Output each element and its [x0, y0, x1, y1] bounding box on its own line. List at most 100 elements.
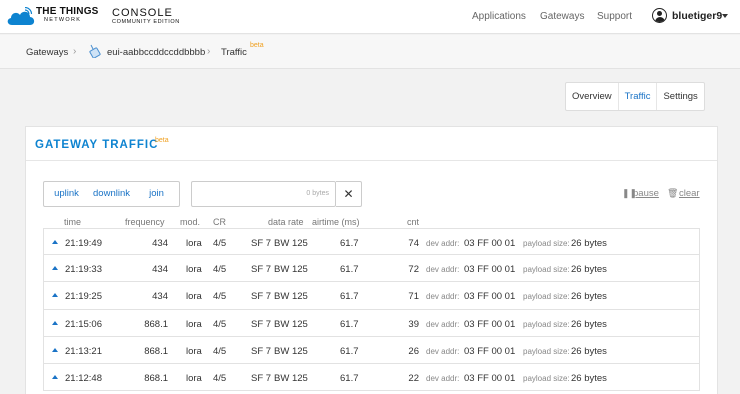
row-payload: 26 bytes	[571, 345, 607, 357]
traffic-row[interactable]: 21:19:33 434 lora 4/5 SF 7 BW 125 61.7 7…	[43, 255, 700, 283]
panel-header: GATEWAY TRAFFIC	[26, 127, 717, 161]
row-mod: lora	[186, 372, 202, 384]
row-airtime: 61.7	[340, 264, 359, 276]
col-data-rate: data rate	[268, 217, 304, 227]
row-dev-addr: 03 FF 00 01	[464, 318, 516, 330]
row-sf: SF 7	[251, 264, 272, 276]
row-dev-addr: 03 FF 00 01	[464, 238, 516, 249]
col-time: time	[64, 217, 82, 227]
col-cr: CR	[213, 217, 226, 227]
row-sf: SF 7	[251, 318, 272, 330]
chevron-right-icon: ›	[73, 46, 77, 57]
row-sf: SF 7	[251, 291, 272, 303]
row-sf: SF 7	[251, 372, 272, 384]
username[interactable]: bluetiger9	[672, 10, 722, 22]
ttn-logo-icon[interactable]	[6, 5, 36, 29]
uplink-arrow-icon	[52, 320, 58, 325]
row-cr: 4/5	[213, 345, 227, 357]
row-frequency: 434	[152, 291, 168, 303]
row-sf: SF 7	[251, 238, 272, 249]
payload-label: payload size:	[523, 319, 570, 329]
nav-gateways[interactable]: Gateways	[540, 11, 584, 22]
row-cnt: 26	[408, 345, 419, 357]
row-mod: lora	[186, 318, 202, 330]
edition-label: COMMUNITY EDITION	[112, 19, 180, 25]
breadcrumb-beta-badge: beta	[250, 42, 264, 49]
payload-label: payload size:	[523, 373, 570, 383]
row-dev-addr: 03 FF 00 01	[464, 372, 516, 384]
row-time: 21:19:49	[65, 238, 102, 249]
row-payload: 26 bytes	[571, 238, 607, 249]
row-airtime: 61.7	[340, 291, 359, 303]
dev-addr-label: dev addr:	[426, 239, 460, 248]
payload-label: payload size:	[523, 292, 570, 302]
tab-settings[interactable]: Settings	[657, 83, 703, 110]
traffic-row[interactable]: 21:12:48 868.1 lora 4/5 SF 7 BW 125 61.7…	[43, 363, 700, 392]
uplink-arrow-icon	[52, 374, 58, 379]
row-payload: 26 bytes	[571, 318, 607, 330]
payload-label: payload size:	[523, 265, 570, 275]
col-cnt: cnt	[407, 217, 420, 227]
nav-support[interactable]: Support	[597, 11, 632, 22]
row-cnt: 22	[408, 372, 419, 384]
col-airtime: airtime (ms)	[312, 217, 360, 227]
row-time: 21:13:21	[65, 345, 102, 357]
row-airtime: 61.7	[340, 345, 359, 357]
row-cnt: 72	[408, 264, 419, 276]
tab-traffic[interactable]: Traffic	[619, 83, 658, 110]
dev-addr-label: dev addr:	[426, 319, 460, 329]
brand-network: NETWORK	[44, 17, 82, 23]
filter-join[interactable]: join	[134, 182, 179, 206]
payload-filter-input[interactable]: 0 bytes	[191, 181, 336, 207]
bytes-count: 0 bytes	[306, 190, 329, 197]
col-frequency: frequency	[125, 217, 165, 227]
traffic-list: 21:19:49 434 lora 4/5 SF 7 BW 125 61.7 7…	[43, 228, 700, 392]
row-bw: BW 125	[274, 318, 308, 330]
page-tabs: Overview Traffic Settings	[565, 82, 705, 111]
traffic-row[interactable]: 21:19:49 434 lora 4/5 SF 7 BW 125 61.7 7…	[43, 228, 700, 256]
traffic-row[interactable]: 21:19:25 434 lora 4/5 SF 7 BW 125 61.7 7…	[43, 282, 700, 310]
breadcrumb-gateways[interactable]: Gateways	[26, 47, 68, 58]
row-dev-addr: 03 FF 00 01	[464, 264, 516, 276]
row-cnt: 39	[408, 318, 419, 330]
clear-button[interactable]: clear	[679, 188, 700, 199]
traffic-row[interactable]: 21:13:21 868.1 lora 4/5 SF 7 BW 125 61.7…	[43, 336, 700, 364]
dev-addr-label: dev addr:	[426, 373, 460, 383]
uplink-arrow-icon	[52, 347, 58, 352]
chevron-down-icon[interactable]	[722, 14, 728, 18]
row-time: 21:12:48	[65, 372, 102, 384]
pause-button[interactable]: pause	[633, 188, 659, 199]
tab-overview[interactable]: Overview	[566, 83, 619, 110]
payload-label: payload size:	[523, 239, 570, 248]
brand-name: THE THINGS	[36, 6, 99, 17]
gateway-icon	[88, 44, 102, 61]
nav-applications[interactable]: Applications	[472, 11, 526, 22]
row-payload: 26 bytes	[571, 372, 607, 384]
row-time: 21:19:25	[65, 291, 102, 303]
uplink-arrow-icon	[52, 293, 58, 298]
row-frequency: 868.1	[144, 345, 168, 357]
row-time: 21:15:06	[65, 318, 102, 330]
uplink-arrow-icon	[52, 240, 58, 244]
trash-icon[interactable]: 🗑	[667, 188, 678, 199]
row-airtime: 61.7	[340, 238, 359, 249]
breadcrumb-gateway-id[interactable]: eui-aabbccddccddbbbb	[107, 47, 205, 58]
row-cr: 4/5	[213, 291, 227, 303]
col-mod: mod.	[180, 217, 201, 227]
filter-downlink[interactable]: downlink	[89, 182, 134, 206]
row-mod: lora	[186, 291, 202, 303]
direction-filter: uplink downlink join	[43, 181, 180, 207]
avatar-icon[interactable]	[652, 8, 667, 23]
payload-label: payload size:	[523, 346, 570, 356]
row-frequency: 434	[152, 264, 168, 276]
filter-uplink[interactable]: uplink	[44, 182, 89, 206]
row-airtime: 61.7	[340, 372, 359, 384]
row-time: 21:19:33	[65, 264, 102, 276]
traffic-row[interactable]: 21:15:06 868.1 lora 4/5 SF 7 BW 125 61.7…	[43, 309, 700, 337]
close-icon[interactable]: ✕	[336, 181, 362, 207]
row-cnt: 74	[408, 238, 419, 249]
row-bw: BW 125	[274, 238, 308, 249]
row-mod: lora	[186, 345, 202, 357]
chevron-right-icon: ›	[207, 46, 211, 57]
row-bw: BW 125	[274, 264, 308, 276]
